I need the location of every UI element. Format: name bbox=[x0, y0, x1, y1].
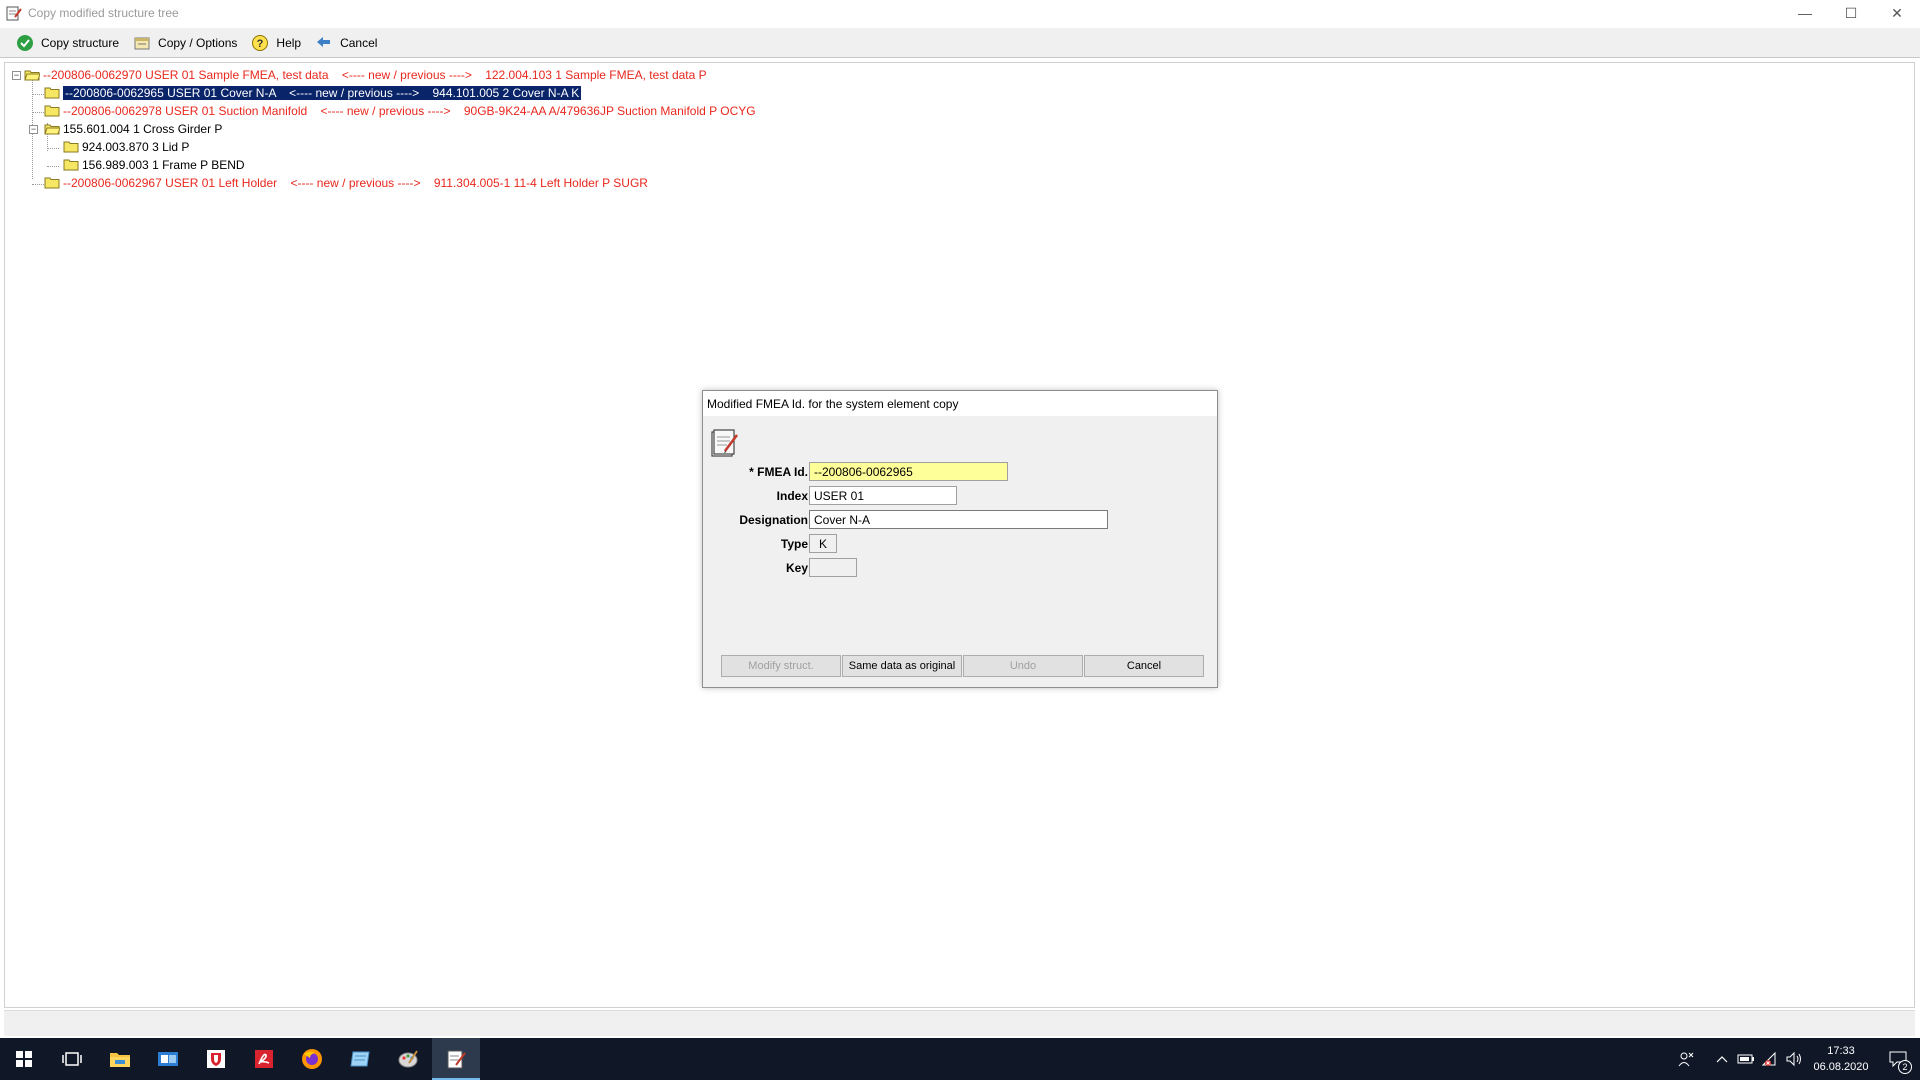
notification-center-button[interactable]: 2 bbox=[1876, 1038, 1920, 1080]
same-data-button[interactable]: Same data as original bbox=[842, 655, 962, 677]
taskbar: 17:33 06.08.2020 2 bbox=[0, 1038, 1920, 1080]
tree-node-label: 155.601.004 1 Cross Girder P bbox=[63, 122, 223, 136]
folder-icon bbox=[63, 159, 79, 171]
green-check-icon bbox=[16, 34, 34, 52]
folder-taskbar-icon bbox=[110, 1053, 130, 1067]
cancel-toolbar-label: Cancel bbox=[340, 35, 378, 50]
undo-button[interactable]: Undo bbox=[963, 655, 1083, 677]
copy-options-label: Copy / Options bbox=[158, 35, 238, 50]
folder-icon bbox=[63, 141, 79, 153]
back-arrow-icon bbox=[315, 34, 333, 52]
close-button[interactable]: ✕ bbox=[1874, 0, 1920, 26]
task-view-button[interactable] bbox=[48, 1038, 96, 1080]
index-input[interactable]: USER 01 bbox=[809, 486, 957, 505]
mail-app-icon bbox=[158, 1052, 178, 1066]
dialog-cancel-button[interactable]: Cancel bbox=[1084, 655, 1204, 677]
fmea-app-icon bbox=[447, 1050, 466, 1069]
volume-icon[interactable] bbox=[1782, 1038, 1806, 1080]
title-bar: Copy modified structure tree — ☐ ✕ bbox=[0, 0, 1920, 26]
tree-node[interactable]: --200806-0062970 USER 01 Sample FMEA, te… bbox=[24, 67, 707, 83]
tree-node[interactable]: 155.601.004 1 Cross Girder P bbox=[44, 121, 222, 137]
help-button[interactable]: ? Help bbox=[251, 32, 301, 54]
help-icon: ? bbox=[251, 34, 269, 52]
task-view-icon bbox=[62, 1052, 82, 1066]
status-bar bbox=[4, 1010, 1915, 1036]
tree-node-selected[interactable]: --200806-0062965 USER 01 Cover N-A <----… bbox=[44, 85, 582, 101]
acrobat-icon bbox=[255, 1050, 273, 1068]
collapse-toggle[interactable]: − bbox=[29, 125, 38, 134]
maximize-button[interactable]: ☐ bbox=[1828, 0, 1874, 26]
windows-logo-icon bbox=[16, 1051, 32, 1067]
notification-count-badge: 2 bbox=[1898, 1060, 1912, 1074]
tree-node[interactable]: 924.003.870 3 Lid P bbox=[63, 139, 189, 155]
key-label: Key bbox=[785, 561, 808, 575]
tree-connector bbox=[47, 166, 59, 167]
start-button[interactable] bbox=[0, 1038, 48, 1080]
toolbar: Copy structure Copy / Options ? Help Can… bbox=[0, 28, 1920, 58]
tree-connector bbox=[47, 148, 59, 149]
folder-icon bbox=[44, 105, 60, 117]
tree-node-label: --200806-0062978 USER 01 Suction Manifol… bbox=[63, 104, 756, 118]
network-disconnected-icon[interactable] bbox=[1758, 1038, 1782, 1080]
battery-icon[interactable] bbox=[1734, 1038, 1758, 1080]
tree-node[interactable]: 156.989.003 1 Frame P BEND bbox=[63, 157, 245, 173]
type-label: Type bbox=[780, 537, 808, 551]
fmea-app-taskbar-button[interactable] bbox=[432, 1038, 480, 1080]
copy-structure-label: Copy structure bbox=[41, 35, 120, 50]
tree-connector bbox=[32, 94, 44, 95]
app-notepad-icon bbox=[6, 6, 22, 21]
folder-open-icon bbox=[44, 124, 60, 135]
folder-icon bbox=[44, 177, 60, 189]
type-input[interactable]: K bbox=[809, 534, 837, 553]
minimize-button[interactable]: — bbox=[1782, 0, 1828, 26]
file-explorer-button[interactable] bbox=[96, 1038, 144, 1080]
tree-node[interactable]: --200806-0062967 USER 01 Left Holder <--… bbox=[44, 175, 648, 191]
window-title: Copy modified structure tree bbox=[28, 6, 179, 20]
copy-structure-button[interactable]: Copy structure bbox=[16, 32, 119, 54]
tree-node-label: 156.989.003 1 Frame P BEND bbox=[82, 158, 245, 172]
notepad-icon bbox=[350, 1051, 370, 1067]
index-label: Index bbox=[776, 489, 808, 503]
tree-node-label: --200806-0062967 USER 01 Left Holder <--… bbox=[63, 176, 648, 190]
copy-options-icon bbox=[133, 34, 151, 52]
firefox-icon bbox=[302, 1049, 322, 1069]
tree-node-label: --200806-0062970 USER 01 Sample FMEA, te… bbox=[43, 68, 707, 82]
help-label: Help bbox=[276, 35, 302, 50]
paint-palette-icon bbox=[398, 1050, 418, 1068]
collapse-toggle[interactable]: − bbox=[12, 71, 21, 80]
tree-node-label: 924.003.870 3 Lid P bbox=[82, 140, 190, 154]
designation-input[interactable]: Cover N-A bbox=[809, 510, 1108, 529]
modify-fmea-dialog: Modified FMEA Id. for the system element… bbox=[702, 390, 1218, 688]
acrobat-button[interactable] bbox=[240, 1038, 288, 1080]
clock-time: 17:33 bbox=[1827, 1045, 1855, 1057]
clock[interactable]: 17:33 06.08.2020 bbox=[1806, 1043, 1876, 1075]
copy-options-button[interactable]: Copy / Options bbox=[133, 32, 237, 54]
notepad-taskbar-button[interactable] bbox=[336, 1038, 384, 1080]
paint-button[interactable] bbox=[384, 1038, 432, 1080]
antivirus-button[interactable] bbox=[192, 1038, 240, 1080]
tree-node[interactable]: --200806-0062978 USER 01 Suction Manifol… bbox=[44, 103, 756, 119]
shield-icon bbox=[207, 1050, 225, 1068]
system-tray: 17:33 06.08.2020 2 bbox=[1674, 1038, 1920, 1080]
clock-date: 06.08.2020 bbox=[1813, 1061, 1869, 1073]
dialog-title: Modified FMEA Id. for the system element… bbox=[703, 391, 1217, 416]
cancel-toolbar-button[interactable]: Cancel bbox=[315, 32, 377, 54]
folder-open-icon bbox=[24, 70, 40, 81]
tree-connector bbox=[32, 112, 44, 113]
chevron-up-icon[interactable] bbox=[1710, 1038, 1734, 1080]
fmea-id-input[interactable]: --200806-0062965 bbox=[809, 462, 1008, 481]
firefox-button[interactable] bbox=[288, 1038, 336, 1080]
people-icon[interactable] bbox=[1674, 1038, 1698, 1080]
modify-struct-button[interactable]: Modify struct. bbox=[721, 655, 841, 677]
tree-connector bbox=[32, 184, 44, 185]
folder-icon bbox=[44, 87, 60, 99]
designation-label: Designation bbox=[739, 513, 808, 527]
edit-document-icon bbox=[711, 429, 738, 457]
key-input[interactable] bbox=[809, 558, 857, 577]
outlook-button[interactable] bbox=[144, 1038, 192, 1080]
window-controls: — ☐ ✕ bbox=[1782, 0, 1920, 26]
fmea-id-label: * FMEA Id. bbox=[749, 465, 808, 479]
tree-node-label: --200806-0062965 USER 01 Cover N-A <----… bbox=[63, 86, 582, 100]
svg-text:?: ? bbox=[257, 38, 264, 50]
